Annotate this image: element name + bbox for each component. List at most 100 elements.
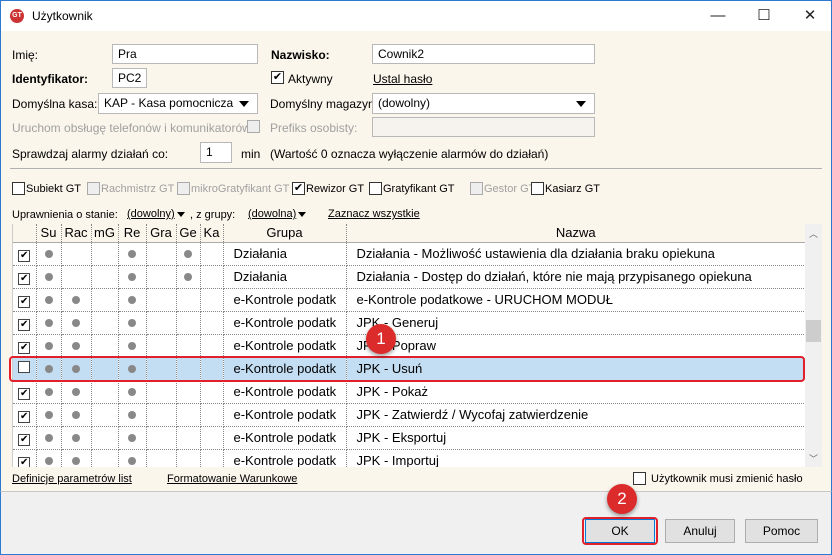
module-cell — [61, 426, 92, 450]
close-button[interactable]: ✕ — [787, 1, 832, 32]
pomoc-button[interactable]: Pomoc — [745, 519, 818, 543]
row-checkbox[interactable]: ✔ — [18, 318, 31, 331]
column-header[interactable] — [13, 224, 37, 243]
column-header[interactable]: Grupa — [223, 224, 347, 243]
row-checkbox-cell[interactable]: ✔ — [13, 403, 37, 427]
row-checkbox-cell[interactable]: ✔ — [13, 334, 37, 358]
aktywny-checkbox[interactable]: ✔ — [271, 71, 284, 84]
column-header[interactable]: Ge — [176, 224, 201, 243]
column-header[interactable]: Ka — [200, 224, 224, 243]
app-checkbox[interactable] — [470, 182, 483, 195]
row-checkbox-cell[interactable]: ✔ — [13, 380, 37, 404]
app-checkbox[interactable] — [87, 182, 100, 195]
stan-dropdown[interactable]: (dowolny) — [127, 208, 185, 220]
selected-row-highlight — [9, 356, 805, 382]
kasa-select[interactable]: KAP - Kasa pomocnicza — [98, 93, 258, 114]
column-header[interactable]: Gra — [146, 224, 177, 243]
maximize-button[interactable]: ☐ — [741, 1, 787, 32]
row-checkbox-cell[interactable]: ✔ — [13, 426, 37, 450]
row-checkbox-cell[interactable]: ✔ — [13, 288, 37, 312]
ok-button-highlight — [582, 517, 658, 545]
column-header[interactable]: Nazwa — [346, 224, 805, 243]
nazwisko-input[interactable]: Cownik2 — [372, 44, 595, 64]
row-checkbox[interactable]: ✔ — [18, 272, 31, 285]
module-cell — [61, 288, 92, 312]
app-checkbox[interactable] — [12, 182, 25, 195]
column-header[interactable]: Su — [36, 224, 62, 243]
module-cell — [118, 288, 147, 312]
musi-zmienic-checkbox[interactable] — [633, 472, 646, 485]
row-checkbox[interactable]: ✔ — [18, 249, 31, 262]
table-row[interactable]: ✔ Działania Działania - Możliwość ustawien… — [13, 242, 805, 266]
grupa-cell: Działania — [223, 265, 347, 289]
grupa-cell: e-Kontrole podatk — [223, 380, 347, 404]
dot-icon — [44, 342, 53, 350]
module-cell — [36, 311, 62, 335]
column-header[interactable]: Re — [118, 224, 147, 243]
module-cell — [36, 403, 62, 427]
module-cell — [61, 403, 92, 427]
table-row[interactable]: ✔ Działania Działania - Dostęp do działań,… — [13, 265, 805, 289]
alarmy-input[interactable]: 1 — [200, 142, 232, 163]
table-row[interactable]: ✔ e-Kontrole podatk JPK - Eksportuj — [13, 426, 805, 450]
table-row[interactable]: ✔ e-Kontrole podatk e-Kontrole podatkowe -… — [13, 288, 805, 312]
module-cell — [176, 380, 201, 404]
dot-icon — [128, 411, 136, 419]
row-checkbox-cell[interactable]: ✔ — [13, 265, 37, 289]
row-checkbox-cell[interactable]: ✔ — [13, 311, 37, 335]
anuluj-button[interactable]: Anuluj — [665, 519, 735, 543]
dot-icon — [44, 434, 53, 442]
app-checkbox[interactable] — [369, 182, 382, 195]
ustal-haslo-link[interactable]: Ustal hasło — [373, 72, 432, 86]
app-checkbox[interactable]: ✔ — [292, 182, 305, 195]
table-row[interactable]: ✔ e-Kontrole podatk JPK - Zatwierdź / Wyco… — [13, 403, 805, 427]
row-checkbox[interactable]: ✔ — [18, 433, 31, 446]
module-cell — [91, 311, 119, 335]
row-checkbox[interactable]: ✔ — [18, 341, 31, 354]
imie-input[interactable]: Pra — [112, 44, 258, 64]
alarmy-note: (Wartość 0 oznacza wyłączenie alarmów do… — [270, 147, 549, 161]
table-row[interactable]: ✔ e-Kontrole podatk JPK - Pokaż — [13, 380, 805, 404]
grid-scrollbar[interactable]: ︿ ﹀ — [805, 224, 822, 467]
nazwa-cell: JPK - Pokaż — [346, 380, 805, 404]
row-checkbox-cell[interactable]: ✔ — [13, 449, 37, 467]
module-cell — [146, 242, 177, 266]
scroll-down-icon[interactable]: ﹀ — [809, 452, 818, 465]
row-checkbox[interactable]: ✔ — [18, 295, 31, 308]
module-cell — [91, 242, 119, 266]
formatowanie-link[interactable]: Formatowanie Warunkowe — [167, 473, 297, 485]
minimize-button[interactable]: — — [695, 1, 741, 32]
module-cell — [176, 334, 201, 358]
telefony-checkbox[interactable] — [247, 120, 260, 133]
dot-icon — [72, 457, 80, 465]
dot-icon — [128, 250, 136, 258]
zaznacz-wszystkie-link[interactable]: Zaznacz wszystkie — [328, 208, 420, 220]
app-checkbox[interactable] — [177, 182, 190, 195]
scroll-up-icon[interactable]: ︿ — [809, 227, 818, 240]
row-checkbox-cell[interactable]: ✔ — [13, 242, 37, 266]
module-cell — [146, 288, 177, 312]
module-cell — [118, 265, 147, 289]
column-header[interactable]: mG — [91, 224, 119, 243]
dot-icon — [72, 296, 80, 304]
app-checkbox[interactable] — [531, 182, 544, 195]
table-row[interactable]: ✔ e-Kontrole podatk JPK - Popraw — [13, 334, 805, 358]
magazyn-select[interactable]: (dowolny) — [372, 93, 595, 114]
column-header[interactable]: Rac — [61, 224, 92, 243]
divider — [10, 168, 822, 169]
prefiks-input[interactable] — [372, 117, 595, 137]
grupa-dropdown[interactable]: (dowolna) — [248, 208, 307, 220]
row-checkbox[interactable]: ✔ — [18, 410, 31, 423]
dot-icon — [128, 434, 136, 442]
row-checkbox[interactable]: ✔ — [18, 387, 31, 400]
row-checkbox[interactable]: ✔ — [18, 456, 31, 467]
grupa-cell: e-Kontrole podatk — [223, 449, 347, 467]
scrollbar-thumb[interactable] — [806, 320, 821, 342]
identyfikator-input[interactable]: PC2 — [112, 68, 147, 88]
module-cell — [176, 449, 201, 467]
module-cell — [146, 449, 177, 467]
table-row[interactable]: ✔ e-Kontrole podatk JPK - Generuj — [13, 311, 805, 335]
table-row[interactable]: ✔ e-Kontrole podatk JPK - Importuj — [13, 449, 805, 467]
module-cell — [200, 426, 224, 450]
definicje-link[interactable]: Definicje parametrów list — [12, 473, 132, 485]
